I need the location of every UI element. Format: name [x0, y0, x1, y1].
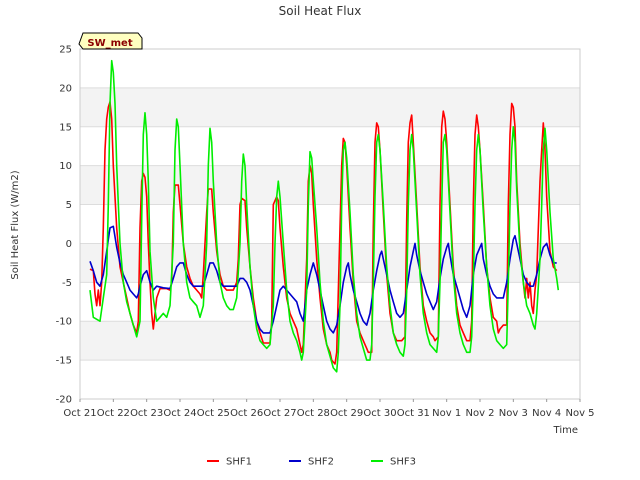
- x-tick-labels: Oct 21 Oct 22 Oct 23 Oct 24 Oct 25 Oct 26 Oct …: [63, 399, 595, 419]
- y-tick-label: -20: [56, 395, 72, 406]
- legend-item-shf2: SHF2: [289, 457, 334, 468]
- y-tick-label: -15: [56, 356, 72, 367]
- soil-heat-flux-chart: -20 -15 -10 -5 0 5 10 15 20 25 Oct 21 Oct 22 Oct 23…: [10, 4, 595, 468]
- legend-item-shf3: SHF3: [371, 457, 416, 468]
- x-axis-title: Time: [553, 425, 578, 436]
- y-tick-label: 0: [66, 239, 72, 250]
- y-axis-title: Soil Heat Flux (W/m2): [10, 170, 21, 279]
- y-tick-label: -10: [56, 317, 72, 328]
- x-tick-label: Oct 22: [97, 408, 130, 419]
- x-tick-label: Oct 30: [363, 408, 396, 419]
- y-tick-label: -5: [62, 278, 72, 289]
- legend: SHF1 SHF2 SHF3: [207, 457, 416, 468]
- x-tick-label: Nov 3: [499, 408, 528, 419]
- x-tick-label: Nov 5: [565, 408, 594, 419]
- x-tick-label: Oct 31: [397, 408, 430, 419]
- x-tick-label: Oct 27: [263, 408, 296, 419]
- legend-item-shf1: SHF1: [207, 457, 252, 468]
- y-tick-label: 20: [59, 83, 72, 94]
- band-5: [80, 165, 580, 205]
- x-tick-label: Nov 1: [432, 408, 461, 419]
- x-tick-label: Nov 2: [465, 408, 494, 419]
- y-tick-label: 15: [59, 122, 72, 133]
- x-tick-label: Oct 25: [197, 408, 230, 419]
- x-tick-label: Oct 23: [130, 408, 163, 419]
- y-tick-labels: -20 -15 -10 -5 0 5 10 15 20 25: [56, 45, 72, 406]
- x-tick-label: Oct 21: [63, 408, 96, 419]
- badge-label: SW_met: [87, 38, 132, 49]
- x-tick-label: Nov 4: [532, 408, 561, 419]
- x-tick-label: Oct 28: [297, 408, 330, 419]
- x-tick-label: Oct 29: [330, 408, 363, 419]
- legend-label: SHF2: [308, 457, 334, 468]
- y-tick-label: 5: [66, 200, 72, 211]
- y-tick-label: 10: [59, 161, 72, 172]
- y-tick-label: 25: [59, 45, 72, 56]
- legend-label: SHF3: [390, 457, 416, 468]
- band-7: [80, 87, 580, 127]
- x-tick-label: Oct 26: [230, 408, 263, 419]
- legend-label: SHF1: [226, 457, 252, 468]
- sw-met-badge: SW_met: [78, 32, 143, 50]
- chart-title: Soil Heat Flux: [279, 4, 362, 18]
- band-3: [80, 243, 580, 283]
- x-tick-label: Oct 24: [163, 408, 196, 419]
